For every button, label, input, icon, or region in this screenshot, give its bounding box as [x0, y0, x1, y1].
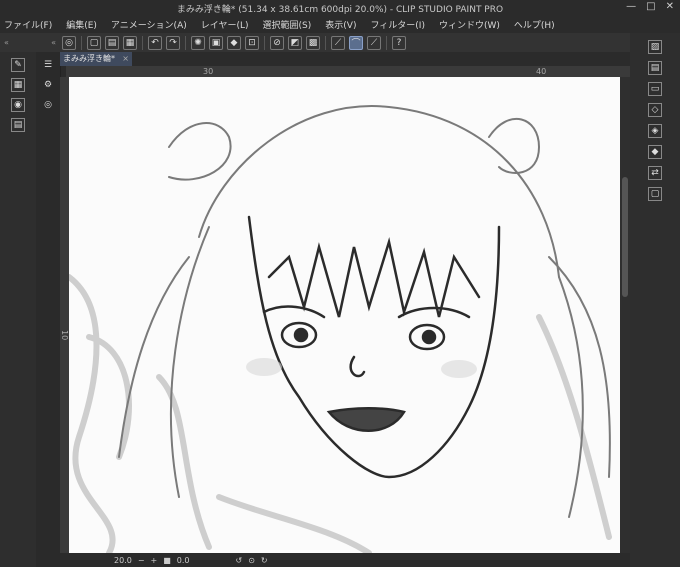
menu-file[interactable]: ファイル(F)	[4, 18, 52, 31]
panel-8-icon[interactable]: ▢	[648, 187, 662, 201]
open-file-icon[interactable]: ▤	[105, 35, 119, 50]
show-selection-icon[interactable]: ▩	[306, 35, 320, 50]
menu-view[interactable]: 表示(V)	[325, 18, 356, 31]
tab-close-icon[interactable]: ×	[122, 52, 129, 66]
gear-icon[interactable]: ⚙	[41, 78, 55, 92]
document-tab[interactable]: まみみ浮き輪* ×	[60, 52, 132, 66]
left-ruler: 10	[60, 77, 69, 553]
reset-icon[interactable]: ⊙	[248, 556, 255, 565]
snap-ruler-icon[interactable]: ⟋	[331, 35, 345, 50]
toolbar-divider	[386, 35, 387, 50]
sub-tool-panel: ☰ ⚙ ◎	[36, 52, 61, 567]
title-bar: まみみ浮き輪* (51.34 x 38.61cm 600dpi 20.0%) -…	[0, 0, 680, 16]
zoom-value[interactable]: 20.0	[114, 556, 132, 565]
help-icon[interactable]: ?	[392, 35, 406, 50]
panel-5-icon[interactable]: ◈	[648, 124, 662, 138]
stop-icon[interactable]: ■	[163, 556, 171, 565]
pen-tool-icon[interactable]: ✎	[11, 58, 25, 72]
clear-outside-icon[interactable]: ▣	[209, 35, 223, 50]
maximize-button[interactable]: □	[646, 1, 655, 12]
navigator-icon[interactable]: ◉	[11, 98, 25, 112]
command-bar: « « ◎ ▢ ▤ ▦ ↶ ↷ ✺ ▣ ◆ ⊡ ⊘ ◩ ▩ ⟋ ⌒ ⟋ ?	[0, 33, 680, 52]
new-file-icon[interactable]: ▢	[87, 35, 101, 50]
ruler-label-40: 40	[536, 67, 547, 76]
deselect-icon[interactable]: ⊘	[270, 35, 284, 50]
collapse-right-icon[interactable]: «	[51, 38, 56, 47]
collapse-left-icon[interactable]: «	[4, 38, 9, 47]
rotate-right-icon[interactable]: ↻	[261, 556, 268, 565]
sketch-artwork	[69, 105, 612, 553]
fill-icon[interactable]: ◆	[227, 35, 241, 50]
window-title: まみみ浮き輪* (51.34 x 38.61cm 600dpi 20.0%) -…	[176, 5, 504, 15]
menu-selection[interactable]: 選択範囲(S)	[263, 18, 312, 31]
panel-6-icon[interactable]: ◆	[648, 145, 662, 159]
panel-3-icon[interactable]: ▭	[648, 82, 662, 96]
snap-special-ruler-icon[interactable]: ⌒	[349, 35, 363, 50]
menu-layer[interactable]: レイヤー(L)	[201, 18, 249, 31]
save-icon[interactable]: ▦	[123, 35, 137, 50]
menu-animation[interactable]: アニメーション(A)	[111, 18, 187, 31]
snap-grid-icon[interactable]: ⟋	[367, 35, 381, 50]
material-icon[interactable]: ▤	[11, 118, 25, 132]
clip-studio-icon[interactable]: ◎	[62, 35, 76, 50]
menu-window[interactable]: ウィンドウ(W)	[439, 18, 500, 31]
close-button[interactable]: ✕	[666, 1, 674, 12]
zoom-in-button[interactable]: +	[151, 556, 158, 565]
document-tab-bar: まみみ浮き輪* ×	[60, 52, 630, 66]
panel-2-icon[interactable]: ▤	[648, 61, 662, 75]
panel-4-icon[interactable]: ◇	[648, 103, 662, 117]
drawing-canvas[interactable]	[69, 77, 620, 553]
toolbar-divider	[142, 35, 143, 50]
panel-7-icon[interactable]: ⇄	[648, 166, 662, 180]
ruler-label-10: 10	[60, 330, 69, 341]
clear-icon[interactable]: ✺	[191, 35, 205, 50]
menu-filter[interactable]: フィルター(I)	[370, 18, 425, 31]
minimize-button[interactable]: —	[626, 1, 636, 12]
list-icon[interactable]: ☰	[41, 58, 55, 72]
undo-icon[interactable]: ↶	[148, 35, 162, 50]
toolbar-divider	[325, 35, 326, 50]
ruler-label-30: 30	[203, 67, 214, 76]
layer-tool-icon[interactable]: ▦	[11, 78, 25, 92]
angle-value[interactable]: 0.0	[177, 556, 190, 565]
rotate-left-icon[interactable]: ↺	[236, 556, 243, 565]
document-tab-label: まみみ浮き輪*	[63, 54, 115, 63]
tool-panel: ✎ ▦ ◉ ▤	[0, 52, 36, 567]
zoom-out-button[interactable]: −	[138, 556, 145, 565]
menu-edit[interactable]: 編集(E)	[66, 18, 97, 31]
invert-selection-icon[interactable]: ◩	[288, 35, 302, 50]
vertical-scrollbar[interactable]	[620, 77, 630, 553]
toolbar-divider	[81, 35, 82, 50]
menu-help[interactable]: ヘルプ(H)	[514, 18, 555, 31]
transform-icon[interactable]: ⊡	[245, 35, 259, 50]
right-panel-dock: ▨ ▤ ▭ ◇ ◈ ◆ ⇄ ▢	[630, 33, 680, 567]
status-bar: 20.0 − + ■ 0.0 ↺ ⊙ ↻	[60, 553, 630, 567]
toolbar-divider	[185, 35, 186, 50]
color-wheel-icon[interactable]: ◎	[41, 98, 55, 112]
panel-1-icon[interactable]: ▨	[648, 40, 662, 54]
scrollbar-thumb[interactable]	[622, 177, 628, 297]
toolbar-divider	[264, 35, 265, 50]
redo-icon[interactable]: ↷	[166, 35, 180, 50]
menu-bar: ファイル(F) 編集(E) アニメーション(A) レイヤー(L) 選択範囲(S)…	[0, 16, 680, 33]
top-ruler: 30 40	[66, 66, 630, 77]
